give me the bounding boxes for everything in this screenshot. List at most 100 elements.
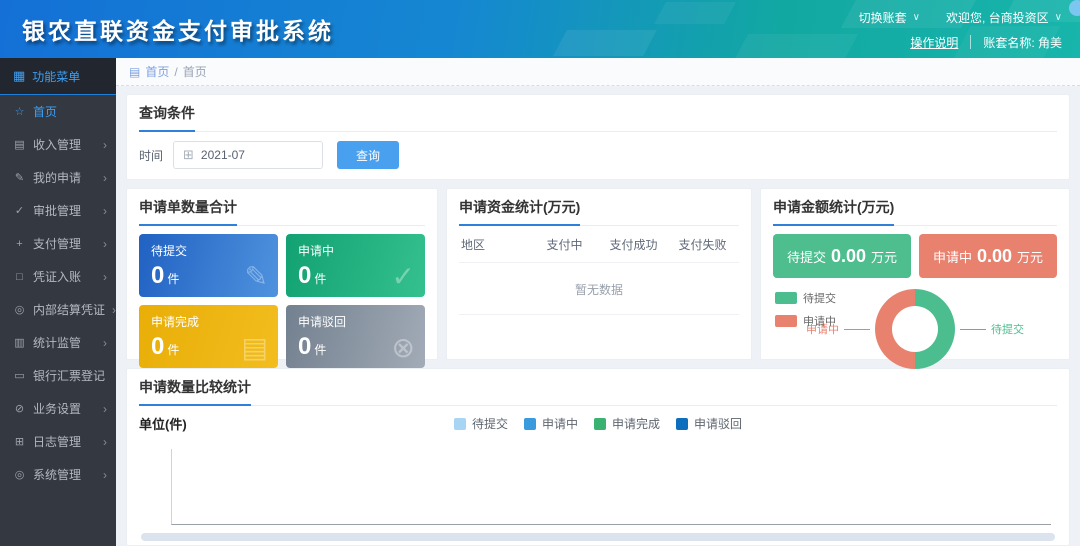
header-user-area: 切换账套 ∨ 欢迎您, 台商投资区 ∨ 操作说明 账套名称: 角美: [859, 6, 1062, 54]
donut-right-line: [960, 329, 986, 330]
card-label: 待提交: [151, 242, 268, 259]
amount-label: 申请中: [933, 247, 972, 266]
sidebar-item-label: 审批管理: [33, 202, 81, 219]
sidebar-item-income[interactable]: ▤ 收入管理 ›: [0, 128, 116, 161]
funds-panel-title: 申请资金统计(万元): [459, 197, 580, 226]
content: 查询条件 时间 ⊞ 查询: [116, 86, 1080, 546]
menu-grid-icon: ▦: [13, 68, 25, 84]
empty-data-text: 暂无数据: [459, 263, 739, 315]
card-unit: 件: [167, 343, 179, 357]
comparison-chart-panel: 申请数量比较统计 单位(件) 待提交 申请中: [126, 368, 1070, 546]
amount-unit: 万元: [871, 247, 897, 266]
sidebar-item-my-applications[interactable]: ✎ 我的申请 ›: [0, 161, 116, 194]
sidebar-item-business-settings[interactable]: ⊘ 业务设置 ›: [0, 392, 116, 425]
count-panel-title: 申请单数量合计: [139, 197, 237, 226]
card-in-progress[interactable]: 申请中 0件 ✓: [286, 234, 425, 297]
sidebar-item-statistics[interactable]: ▥ 统计监管 ›: [0, 326, 116, 359]
amount-unit: 万元: [1017, 247, 1043, 266]
card-label: 申请中: [298, 242, 415, 259]
welcome-user-dropdown[interactable]: 欢迎您, 台商投资区 ∨: [946, 9, 1062, 26]
system-gear-icon: ◎: [13, 468, 26, 481]
funds-stats-panel: 申请资金统计(万元) 地区 支付中 支付成功 支付失败 暂无数据: [446, 188, 752, 360]
approval-check-icon: ✓: [13, 204, 26, 217]
search-button[interactable]: 查询: [337, 141, 399, 169]
page-doc-icon: ▤: [129, 65, 140, 79]
sidebar-item-label: 凭证入账: [33, 268, 81, 285]
legend-swatch: [775, 315, 797, 327]
legend-label: 申请完成: [612, 415, 660, 432]
card-value: 0: [298, 262, 311, 289]
legend-swatch: [524, 418, 536, 430]
sidebar-item-payment[interactable]: + 支付管理 ›: [0, 227, 116, 260]
card-rejected[interactable]: 申请驳回 0件 ⊗: [286, 305, 425, 368]
query-panel-title: 查询条件: [139, 103, 195, 132]
legend-item: 申请完成: [594, 415, 660, 432]
legend-item[interactable]: 申请中: [775, 313, 836, 329]
pending-amount-button[interactable]: 待提交 0.00 万元: [773, 234, 911, 278]
sidebar-item-log-management[interactable]: ⊞ 日志管理 ›: [0, 425, 116, 458]
sidebar-item-label: 日志管理: [33, 433, 81, 450]
sidebar-item-label: 收入管理: [33, 136, 81, 153]
horizontal-scrollbar[interactable]: [141, 533, 1055, 541]
in-progress-amount-button[interactable]: 申请中 0.00 万元: [919, 234, 1057, 278]
sidebar-item-bank-draft[interactable]: ▭ 银行汇票登记: [0, 359, 116, 392]
voucher-box-icon: □: [13, 271, 26, 283]
legend-label: 待提交: [803, 290, 836, 306]
legend-item[interactable]: 待提交: [775, 290, 836, 306]
legend-swatch: [775, 292, 797, 304]
operation-manual-link[interactable]: 操作说明: [910, 34, 958, 51]
calendar-icon: ⊞: [183, 147, 194, 163]
bar-chart-plot-area: [171, 449, 1051, 525]
legend-swatch: [594, 418, 606, 430]
header-divider: [970, 35, 971, 49]
time-picker[interactable]: ⊞: [173, 141, 323, 169]
sidebar-item-label: 内部结算凭证: [33, 301, 105, 318]
donut-chart-area: 待提交 申请中 申请中: [773, 286, 1057, 372]
sidebar-item-label: 我的申请: [33, 169, 81, 186]
legend-swatch: [676, 418, 688, 430]
my-apply-pen-icon: ✎: [13, 171, 26, 184]
unit-label: 单位(件): [139, 414, 187, 433]
amount-value: 0.00: [977, 246, 1012, 267]
app-root: 银农直联资金支付审批系统 切换账套 ∨ 欢迎您, 台商投资区 ∨ 操作说明 账套…: [0, 0, 1080, 546]
sidebar-item-system-management[interactable]: ◎ 系统管理 ›: [0, 458, 116, 491]
sidebar-item-internal-settlement[interactable]: ◎ 内部结算凭证 ›: [0, 293, 116, 326]
sidebar-item-home[interactable]: ☆ 首页: [0, 95, 116, 128]
funds-table-header: 地区 支付中 支付成功 支付失败: [459, 226, 739, 263]
chevron-right-icon: ›: [103, 270, 107, 284]
doc-reject-icon: ⊗: [392, 331, 415, 364]
main-area: ▤ 首页 / 首页 查询条件 时间 ⊞: [116, 58, 1080, 546]
chevron-right-icon: ›: [103, 138, 107, 152]
card-value: 0: [151, 333, 164, 360]
donut-legend: 待提交 申请中: [775, 290, 836, 329]
log-edit-icon: ⊞: [13, 435, 26, 448]
switch-account-dropdown[interactable]: 切换账套 ∨: [859, 9, 920, 26]
breadcrumb-root-link[interactable]: 首页: [145, 63, 169, 80]
legend-label: 申请中: [803, 313, 836, 329]
card-completed[interactable]: 申请完成 0件 ▤: [139, 305, 278, 368]
donut-chart[interactable]: [875, 289, 955, 369]
chevron-down-icon: ∨: [1055, 12, 1062, 23]
sidebar-item-voucher-entry[interactable]: □ 凭证入账 ›: [0, 260, 116, 293]
card-value: 0: [298, 333, 311, 360]
sidebar-item-label: 支付管理: [33, 235, 81, 252]
amount-value: 0.00: [831, 246, 866, 267]
card-unit: 件: [167, 272, 179, 286]
amount-label: 待提交: [787, 247, 826, 266]
time-input[interactable]: [201, 148, 313, 162]
corner-notification-dot[interactable]: [1069, 0, 1080, 16]
card-pending-submit[interactable]: 待提交 0件 ✎: [139, 234, 278, 297]
switch-account-label: 切换账套: [859, 9, 907, 26]
application-count-panel: 申请单数量合计 待提交 0件 ✎ 申请中 0件 ✓: [126, 188, 438, 360]
legend-item: 申请中: [524, 415, 578, 432]
card-unit: 件: [314, 272, 326, 286]
stats-row: 申请单数量合计 待提交 0件 ✎ 申请中 0件 ✓: [126, 188, 1070, 360]
legend-label: 申请驳回: [694, 415, 742, 432]
chevron-right-icon: ›: [103, 237, 107, 251]
edit-doc-icon: ✎: [245, 260, 268, 293]
business-link-icon: ⊘: [13, 402, 26, 415]
comparison-panel-title: 申请数量比较统计: [139, 377, 251, 406]
payment-plus-icon: +: [13, 238, 26, 250]
app-header: 银农直联资金支付审批系统 切换账套 ∨ 欢迎您, 台商投资区 ∨ 操作说明 账套…: [0, 0, 1080, 58]
sidebar-item-approval[interactable]: ✓ 审批管理 ›: [0, 194, 116, 227]
